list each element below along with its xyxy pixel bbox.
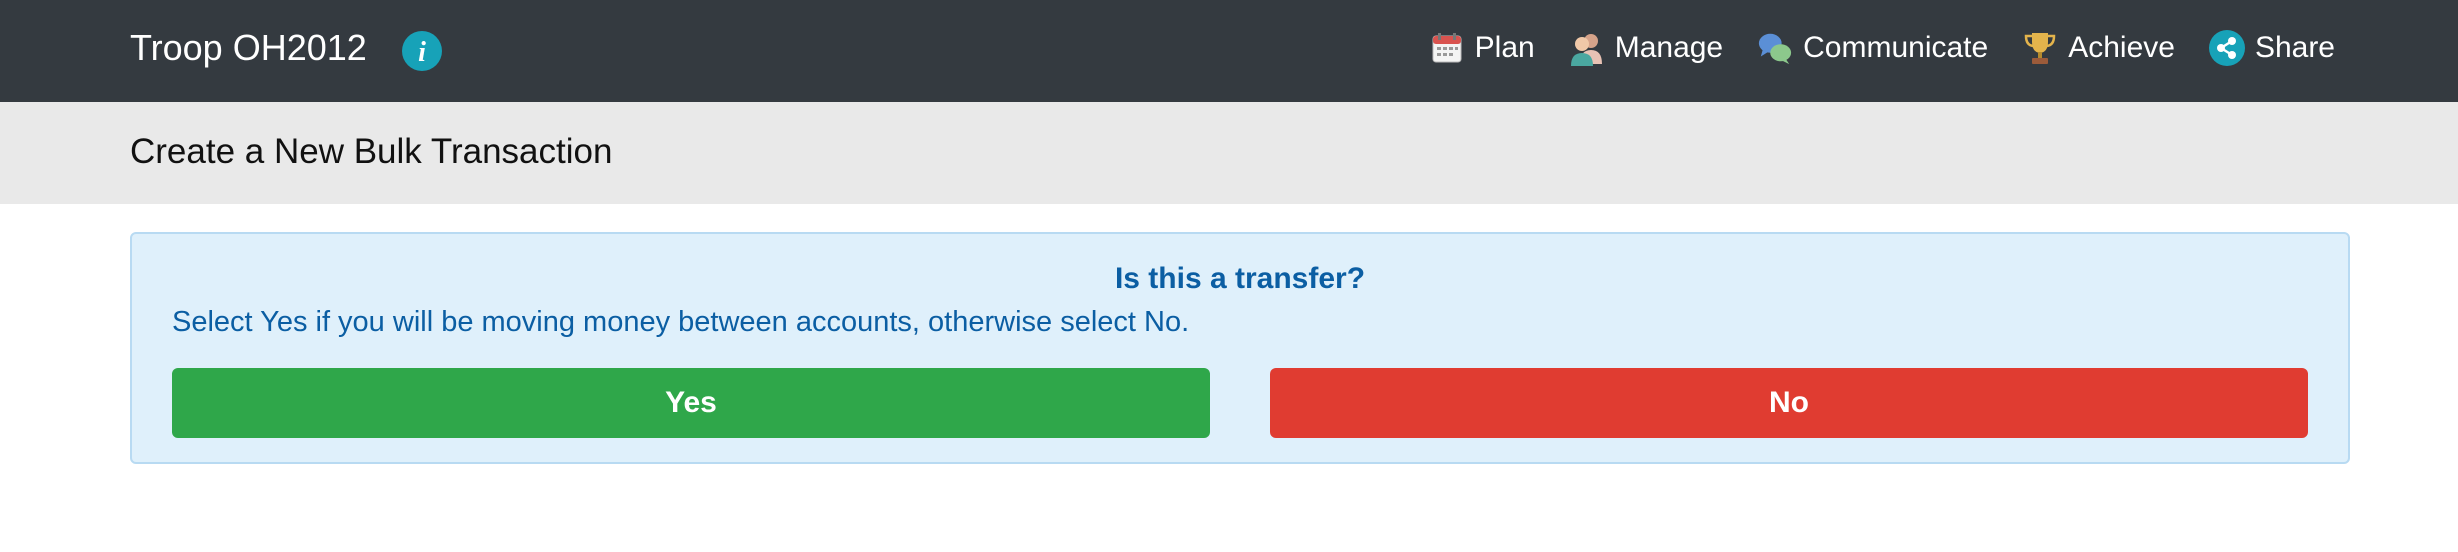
top-navbar: Troop OH2012 i Plan Manage Communicate A… [0, 0, 2458, 102]
people-icon [1569, 30, 1605, 66]
no-button[interactable]: No [1270, 368, 2308, 438]
nav-item-share[interactable]: Share [2208, 30, 2335, 66]
nav-label-plan: Plan [1474, 31, 1535, 64]
alert-heading: Is this a transfer? [1114, 262, 1366, 295]
main-nav: Plan Manage Communicate Achieve Share [1429, 26, 2335, 70]
alert-text: Select Yes if you will be moving money b… [172, 306, 1190, 338]
info-icon[interactable]: i [402, 31, 442, 71]
nav-label-share: Share [2254, 31, 2335, 64]
yes-button[interactable]: Yes [172, 368, 1210, 438]
transfer-question-alert: Is this a transfer? Select Yes if you wi… [130, 232, 2350, 464]
page-header: Create a New Bulk Transaction [0, 102, 2458, 204]
nav-label-manage: Manage [1614, 31, 1724, 64]
nav-item-plan[interactable]: Plan [1429, 30, 1535, 66]
nav-item-communicate[interactable]: Communicate [1757, 30, 1988, 66]
share-icon [2208, 30, 2245, 66]
nav-item-manage[interactable]: Manage [1569, 30, 1723, 66]
page-title: Create a New Bulk Transaction [130, 132, 613, 171]
trophy-icon [2022, 30, 2058, 66]
nav-label-communicate: Communicate [1803, 31, 1989, 64]
speech-bubbles-icon [1757, 30, 1793, 66]
calendar-icon [1429, 30, 1465, 66]
nav-label-achieve: Achieve [2068, 31, 2175, 64]
nav-item-achieve[interactable]: Achieve [2022, 30, 2175, 66]
svg-text:i: i [418, 37, 426, 68]
brand-title[interactable]: Troop OH2012 [130, 22, 367, 74]
